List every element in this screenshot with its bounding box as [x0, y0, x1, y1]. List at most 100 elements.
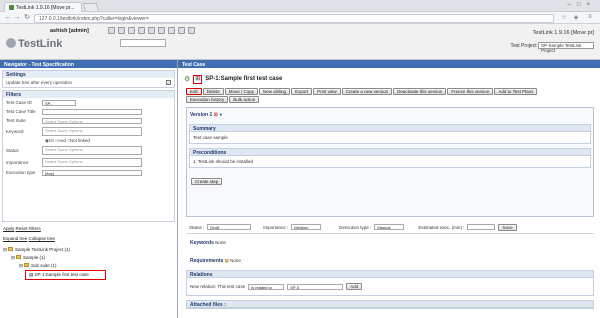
- forward-icon[interactable]: →: [13, 14, 21, 22]
- relation-target-input[interactable]: SP-5: [287, 283, 344, 290]
- importance-label: Importance :: [263, 224, 289, 230]
- star-icon[interactable]: ☆: [560, 14, 568, 22]
- new-sibling-button[interactable]: New sibling: [259, 88, 291, 95]
- desktop-icon[interactable]: [108, 27, 115, 34]
- exec-type-select[interactable]: [Any]: [42, 169, 142, 176]
- exec-type-select[interactable]: Manual: [374, 224, 405, 230]
- filter-row: Importance Select Some Options: [3, 156, 174, 168]
- status-select[interactable]: Draft: [207, 224, 252, 230]
- save-button[interactable]: Save: [498, 223, 517, 231]
- keyword-radio-row: ◉ Or ○ And ○ Not linked: [3, 137, 174, 144]
- filter-label: Test Case ID: [6, 100, 32, 105]
- bulk-action-button[interactable]: Bulk action: [229, 96, 260, 103]
- browser-tab[interactable]: TestLink 1.9.16 [Move pr...: [4, 2, 82, 12]
- url-input[interactable]: 127.0.0.1/testlink/index.php?caller=logi…: [34, 14, 554, 23]
- move-copy-button[interactable]: Move / Copy: [224, 88, 259, 95]
- new-tab-button[interactable]: [82, 3, 100, 11]
- tree-actions: Expand tree Collapse tree: [0, 234, 177, 242]
- importance-select[interactable]: Medium: [291, 224, 322, 230]
- settings-gear-icon[interactable]: ⚙: [184, 75, 190, 83]
- estimated-exec-input[interactable]: [467, 224, 496, 230]
- add-to-test-plans-button[interactable]: Add to Test Plans: [494, 88, 538, 95]
- export-button[interactable]: Export: [291, 88, 313, 95]
- attributes-row: Status : Draft Importance : Medium Execu…: [186, 221, 594, 234]
- test-suite-select[interactable]: Select Some Options: [42, 117, 142, 124]
- filter-label: Status: [6, 147, 19, 153]
- requirements-icon[interactable]: ▦: [225, 258, 229, 263]
- delete-version-icon[interactable]: ⊠: [214, 112, 218, 118]
- keywords-value: None: [215, 240, 226, 245]
- tree-node-subsuite[interactable]: ⊟ Sub suite (1): [3, 262, 177, 270]
- status-select[interactable]: Select Some Options: [42, 145, 142, 155]
- tree-label: Sample TestLink Project (1): [15, 247, 70, 252]
- tab-title: TestLink 1.9.16 [Move pr...: [16, 5, 75, 11]
- tree-node-testcase[interactable]: ▤ SP-1:Sample first test case: [3, 270, 177, 280]
- importance-select[interactable]: Select Some Options: [42, 157, 142, 167]
- deactivate-version-button[interactable]: Deactivate this version: [393, 88, 447, 95]
- user-name[interactable]: ashish [admin]: [50, 28, 89, 34]
- tree-node-suite[interactable]: ⊟ Sample (1): [3, 254, 177, 262]
- edit-button[interactable]: Edit: [186, 88, 202, 95]
- tc-title-input[interactable]: [42, 108, 142, 115]
- tc-id-input[interactable]: SP-: [42, 99, 76, 106]
- add-relation-button[interactable]: Add: [346, 283, 363, 290]
- delete-button[interactable]: Delete: [202, 88, 224, 95]
- requirements-icon[interactable]: [138, 27, 145, 34]
- reload-icon[interactable]: ↻: [23, 14, 31, 22]
- project-select[interactable]: SP-Sample TestLink Project: [538, 42, 594, 53]
- print-view-button[interactable]: Print view: [313, 88, 341, 95]
- filter-label: Test Case Title: [6, 109, 36, 114]
- filter-label: Execution type: [6, 170, 36, 175]
- window-controls[interactable]: –□×: [568, 2, 596, 8]
- create-step-button[interactable]: Create step: [191, 178, 223, 185]
- test-tree: ⊟ Sample TestLink Project (1) ⊟ Sample (…: [3, 246, 177, 280]
- relation-type-select[interactable]: is related to: [248, 283, 285, 290]
- keywords-label[interactable]: Keywords: [190, 240, 214, 246]
- update-tree-checkbox[interactable]: ✓: [166, 80, 171, 85]
- apply-button[interactable]: Apply: [3, 226, 14, 231]
- navigator-title: Navigator - Test Specification: [0, 60, 177, 68]
- filter-label: Keyword: [6, 128, 24, 134]
- test-plan-icon[interactable]: [148, 27, 155, 34]
- settings-section: Settings Update tree after every operati…: [2, 70, 175, 88]
- execute-icon[interactable]: [128, 27, 135, 34]
- filter-actions: Apply Reset Filters: [0, 224, 177, 232]
- tree-node-project[interactable]: ⊟ Sample TestLink Project (1): [3, 246, 177, 254]
- filter-row: Execution type [Any]: [3, 168, 174, 177]
- requirements-row: Requirements ▦ None: [190, 258, 600, 264]
- version-label: Version 1: [190, 112, 213, 118]
- reset-filters-button[interactable]: Reset Filters: [16, 226, 41, 231]
- expand-tree-button[interactable]: Expand tree: [3, 236, 27, 241]
- test-case-pane: Test Case ⚙ ⊞ SP-1:Sample first test cas…: [178, 60, 600, 318]
- menu-icon[interactable]: ≡: [586, 14, 594, 22]
- relations-title: Relations: [187, 271, 593, 278]
- logo-text: TestLink: [18, 38, 63, 50]
- reports-icon[interactable]: [158, 27, 165, 34]
- radio-and-label: And: [57, 138, 66, 143]
- tree-label: Sub suite (1): [31, 263, 57, 268]
- logo-icon: [6, 38, 16, 48]
- radio-or-label: Or: [48, 138, 54, 143]
- users-icon[interactable]: [178, 27, 185, 34]
- estimated-exec-label: Estimated exec. (min) :: [418, 224, 465, 230]
- logout-icon[interactable]: [188, 27, 195, 34]
- preconditions-title: Preconditions: [190, 149, 590, 156]
- extension-icon[interactable]: ◈: [572, 14, 580, 22]
- events-icon[interactable]: [168, 27, 175, 34]
- search-box[interactable]: [120, 39, 166, 47]
- project-label: Test Project: [510, 42, 537, 49]
- execution-history-button[interactable]: Execution history: [186, 96, 229, 103]
- keyword-select[interactable]: Select Some Options: [42, 126, 142, 136]
- summary-title: Summary: [190, 125, 590, 132]
- freeze-version-button[interactable]: Freeze this version: [447, 88, 494, 95]
- filter-row: Test Case Title: [3, 107, 174, 116]
- project-selector[interactable]: Test Project SP-Sample TestLink Project: [510, 42, 594, 53]
- actions-icon[interactable]: ⊞: [193, 74, 203, 84]
- test-spec-icon[interactable]: [118, 27, 125, 34]
- collapse-tree-button[interactable]: Collapse tree: [29, 236, 56, 241]
- requirements-label[interactable]: Requirements: [190, 258, 223, 264]
- back-icon[interactable]: ←: [4, 14, 12, 22]
- create-version-button[interactable]: Create a new version: [341, 88, 393, 95]
- info-icon[interactable]: ●: [219, 112, 222, 118]
- preconditions-text: 1. TestLink should be installed: [193, 159, 253, 164]
